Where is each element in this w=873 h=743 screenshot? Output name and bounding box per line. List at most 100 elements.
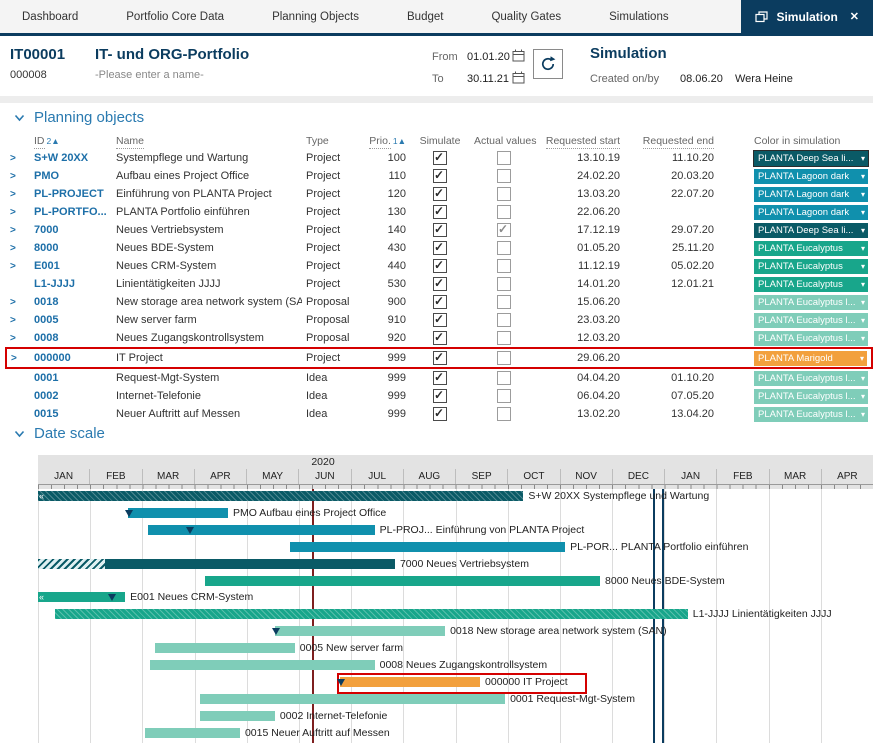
- object-id-link[interactable]: PL-PROJECT: [30, 185, 112, 203]
- object-id-link[interactable]: PL-PORTFO...: [30, 203, 112, 221]
- simulate-checkbox[interactable]: [433, 223, 447, 237]
- portfolio-id[interactable]: IT00001: [10, 46, 65, 63]
- gantt-bar[interactable]: [290, 542, 565, 552]
- color-in-simulation-select[interactable]: PLANTA Eucalyptus l...▾: [754, 331, 868, 346]
- object-id-link[interactable]: 8000: [30, 239, 112, 257]
- actual-values-checkbox[interactable]: [497, 169, 511, 183]
- table-row-pmo[interactable]: >PMOAufbau eines Project OfficeProject11…: [6, 167, 872, 185]
- column-simulate[interactable]: Simulate: [420, 135, 461, 147]
- expand-icon[interactable]: >: [10, 297, 16, 308]
- actual-values-checkbox[interactable]: [497, 371, 511, 385]
- object-id-link[interactable]: 0002: [30, 387, 112, 405]
- nav-tab-portfolio-core-data[interactable]: Portfolio Core Data: [102, 0, 248, 33]
- refresh-button[interactable]: [533, 49, 563, 79]
- object-id-link[interactable]: S+W 20XX: [30, 149, 112, 167]
- color-in-simulation-select[interactable]: PLANTA Eucalyptus l...▾: [754, 407, 868, 422]
- expand-icon[interactable]: >: [10, 243, 16, 254]
- simulate-checkbox[interactable]: [433, 241, 447, 255]
- table-row-8000[interactable]: >8000Neues BDE-SystemProject43001.05.202…: [6, 239, 872, 257]
- color-in-simulation-select[interactable]: PLANTA Eucalyptus l...▾: [754, 313, 868, 328]
- close-icon[interactable]: ✕: [850, 10, 859, 23]
- column-id[interactable]: ID: [34, 135, 45, 149]
- tab-simulation-active[interactable]: Simulation ✕: [741, 0, 873, 33]
- table-row-l1-jjjj[interactable]: L1-JJJJLinientätigkeiten JJJJProject5301…: [6, 275, 872, 293]
- expand-icon[interactable]: >: [10, 207, 16, 218]
- nav-tab-simulations[interactable]: Simulations: [585, 0, 692, 33]
- object-id-link[interactable]: 0005: [30, 311, 112, 329]
- actual-values-checkbox[interactable]: [497, 331, 511, 345]
- object-id-link[interactable]: 0001: [30, 368, 112, 387]
- column-actual-values[interactable]: Actual values: [474, 135, 536, 147]
- table-row-0005[interactable]: >0005New server farmProposal91023.03.20P…: [6, 311, 872, 329]
- table-row-s-w-20xx[interactable]: >S+W 20XXSystempflege und WartungProject…: [6, 149, 872, 167]
- expand-icon[interactable]: >: [11, 353, 17, 364]
- portfolio-name-placeholder[interactable]: -Please enter a name-: [95, 69, 204, 81]
- simulate-checkbox[interactable]: [433, 351, 447, 365]
- color-in-simulation-select[interactable]: PLANTA Deep Sea li...▾: [754, 151, 868, 166]
- actual-values-checkbox[interactable]: [497, 295, 511, 309]
- actual-values-checkbox[interactable]: [497, 259, 511, 273]
- color-in-simulation-select[interactable]: PLANTA Eucalyptus▾: [754, 277, 868, 292]
- to-date-field[interactable]: 30.11.21: [467, 73, 509, 85]
- gantt-bar[interactable]: [275, 626, 445, 636]
- simulate-checkbox[interactable]: [433, 187, 447, 201]
- color-in-simulation-select[interactable]: PLANTA Eucalyptus l...▾: [754, 371, 868, 386]
- simulate-checkbox[interactable]: [433, 331, 447, 345]
- object-id-link[interactable]: 0018: [30, 293, 112, 311]
- object-id-link[interactable]: E001: [30, 257, 112, 275]
- gantt-bar[interactable]: [340, 677, 480, 687]
- simulate-checkbox[interactable]: [433, 313, 447, 327]
- actual-values-checkbox[interactable]: [497, 223, 511, 237]
- nav-tab-quality-gates[interactable]: Quality Gates: [467, 0, 585, 33]
- date-scale-section-header[interactable]: Date scale: [14, 425, 105, 442]
- expand-icon[interactable]: >: [10, 189, 16, 200]
- simulate-checkbox[interactable]: [433, 259, 447, 273]
- actual-values-checkbox[interactable]: [497, 187, 511, 201]
- expand-icon[interactable]: >: [10, 225, 16, 236]
- gantt-bar[interactable]: [38, 491, 523, 501]
- gantt-bar[interactable]: [150, 660, 374, 670]
- actual-values-checkbox[interactable]: [497, 205, 511, 219]
- column-type[interactable]: Type: [306, 135, 329, 147]
- color-in-simulation-select[interactable]: PLANTA Eucalyptus▾: [754, 241, 868, 256]
- object-id-link[interactable]: L1-JJJJ: [30, 275, 112, 293]
- calendar-icon[interactable]: [512, 71, 525, 84]
- calendar-icon[interactable]: [512, 49, 525, 62]
- color-in-simulation-select[interactable]: PLANTA Eucalyptus l...▾: [754, 389, 868, 404]
- actual-values-checkbox[interactable]: [497, 313, 511, 327]
- expand-icon[interactable]: >: [10, 171, 16, 182]
- object-id-link[interactable]: 0015: [30, 405, 112, 423]
- table-row-pl-project[interactable]: >PL-PROJECTEinführung von PLANTA Project…: [6, 185, 872, 203]
- table-row-e001[interactable]: >E001Neues CRM-SystemProject44011.12.190…: [6, 257, 872, 275]
- table-row-7000[interactable]: >7000Neues VertriebsystemProject14017.12…: [6, 221, 872, 239]
- actual-values-checkbox[interactable]: [497, 389, 511, 403]
- gantt-bar[interactable]: [205, 576, 600, 586]
- table-row-pl-portfo[interactable]: >PL-PORTFO...PLANTA Portfolio einführenP…: [6, 203, 872, 221]
- gantt-bar[interactable]: [200, 694, 505, 704]
- gantt-bar[interactable]: [155, 643, 295, 653]
- actual-values-checkbox[interactable]: [497, 407, 511, 421]
- object-id-link[interactable]: 7000: [30, 221, 112, 239]
- color-in-simulation-select[interactable]: PLANTA Lagoon dark▾: [754, 169, 868, 184]
- simulate-checkbox[interactable]: [433, 205, 447, 219]
- color-in-simulation-select[interactable]: PLANTA Eucalyptus l...▾: [754, 295, 868, 310]
- table-row-000000[interactable]: >000000IT ProjectProject99929.06.20PLANT…: [6, 348, 872, 368]
- object-id-link[interactable]: PMO: [30, 167, 112, 185]
- table-row-0001[interactable]: 0001Request-Mgt-SystemIdea99904.04.2001.…: [6, 368, 872, 387]
- from-date-field[interactable]: 01.01.20: [467, 51, 510, 63]
- nav-tab-budget[interactable]: Budget: [383, 0, 467, 33]
- simulate-checkbox[interactable]: [433, 407, 447, 421]
- actual-values-checkbox[interactable]: [497, 277, 511, 291]
- actual-values-checkbox[interactable]: [497, 351, 511, 365]
- simulate-checkbox[interactable]: [433, 295, 447, 309]
- nav-tab-planning-objects[interactable]: Planning Objects: [248, 0, 383, 33]
- column-requested-end[interactable]: Requested end: [643, 135, 714, 149]
- nav-tab-dashboard[interactable]: Dashboard: [0, 0, 102, 33]
- color-in-simulation-select[interactable]: PLANTA Lagoon dark▾: [754, 187, 868, 202]
- color-in-simulation-select[interactable]: PLANTA Lagoon dark▾: [754, 205, 868, 220]
- color-in-simulation-select[interactable]: PLANTA Marigold▾: [754, 351, 867, 366]
- table-row-0015[interactable]: 0015Neuer Auftritt auf MessenIdea99913.0…: [6, 405, 872, 423]
- table-row-0008[interactable]: >0008Neues ZugangskontrollsystemProposal…: [6, 329, 872, 348]
- planning-objects-section-header[interactable]: Planning objects: [14, 109, 144, 126]
- actual-values-checkbox[interactable]: [497, 241, 511, 255]
